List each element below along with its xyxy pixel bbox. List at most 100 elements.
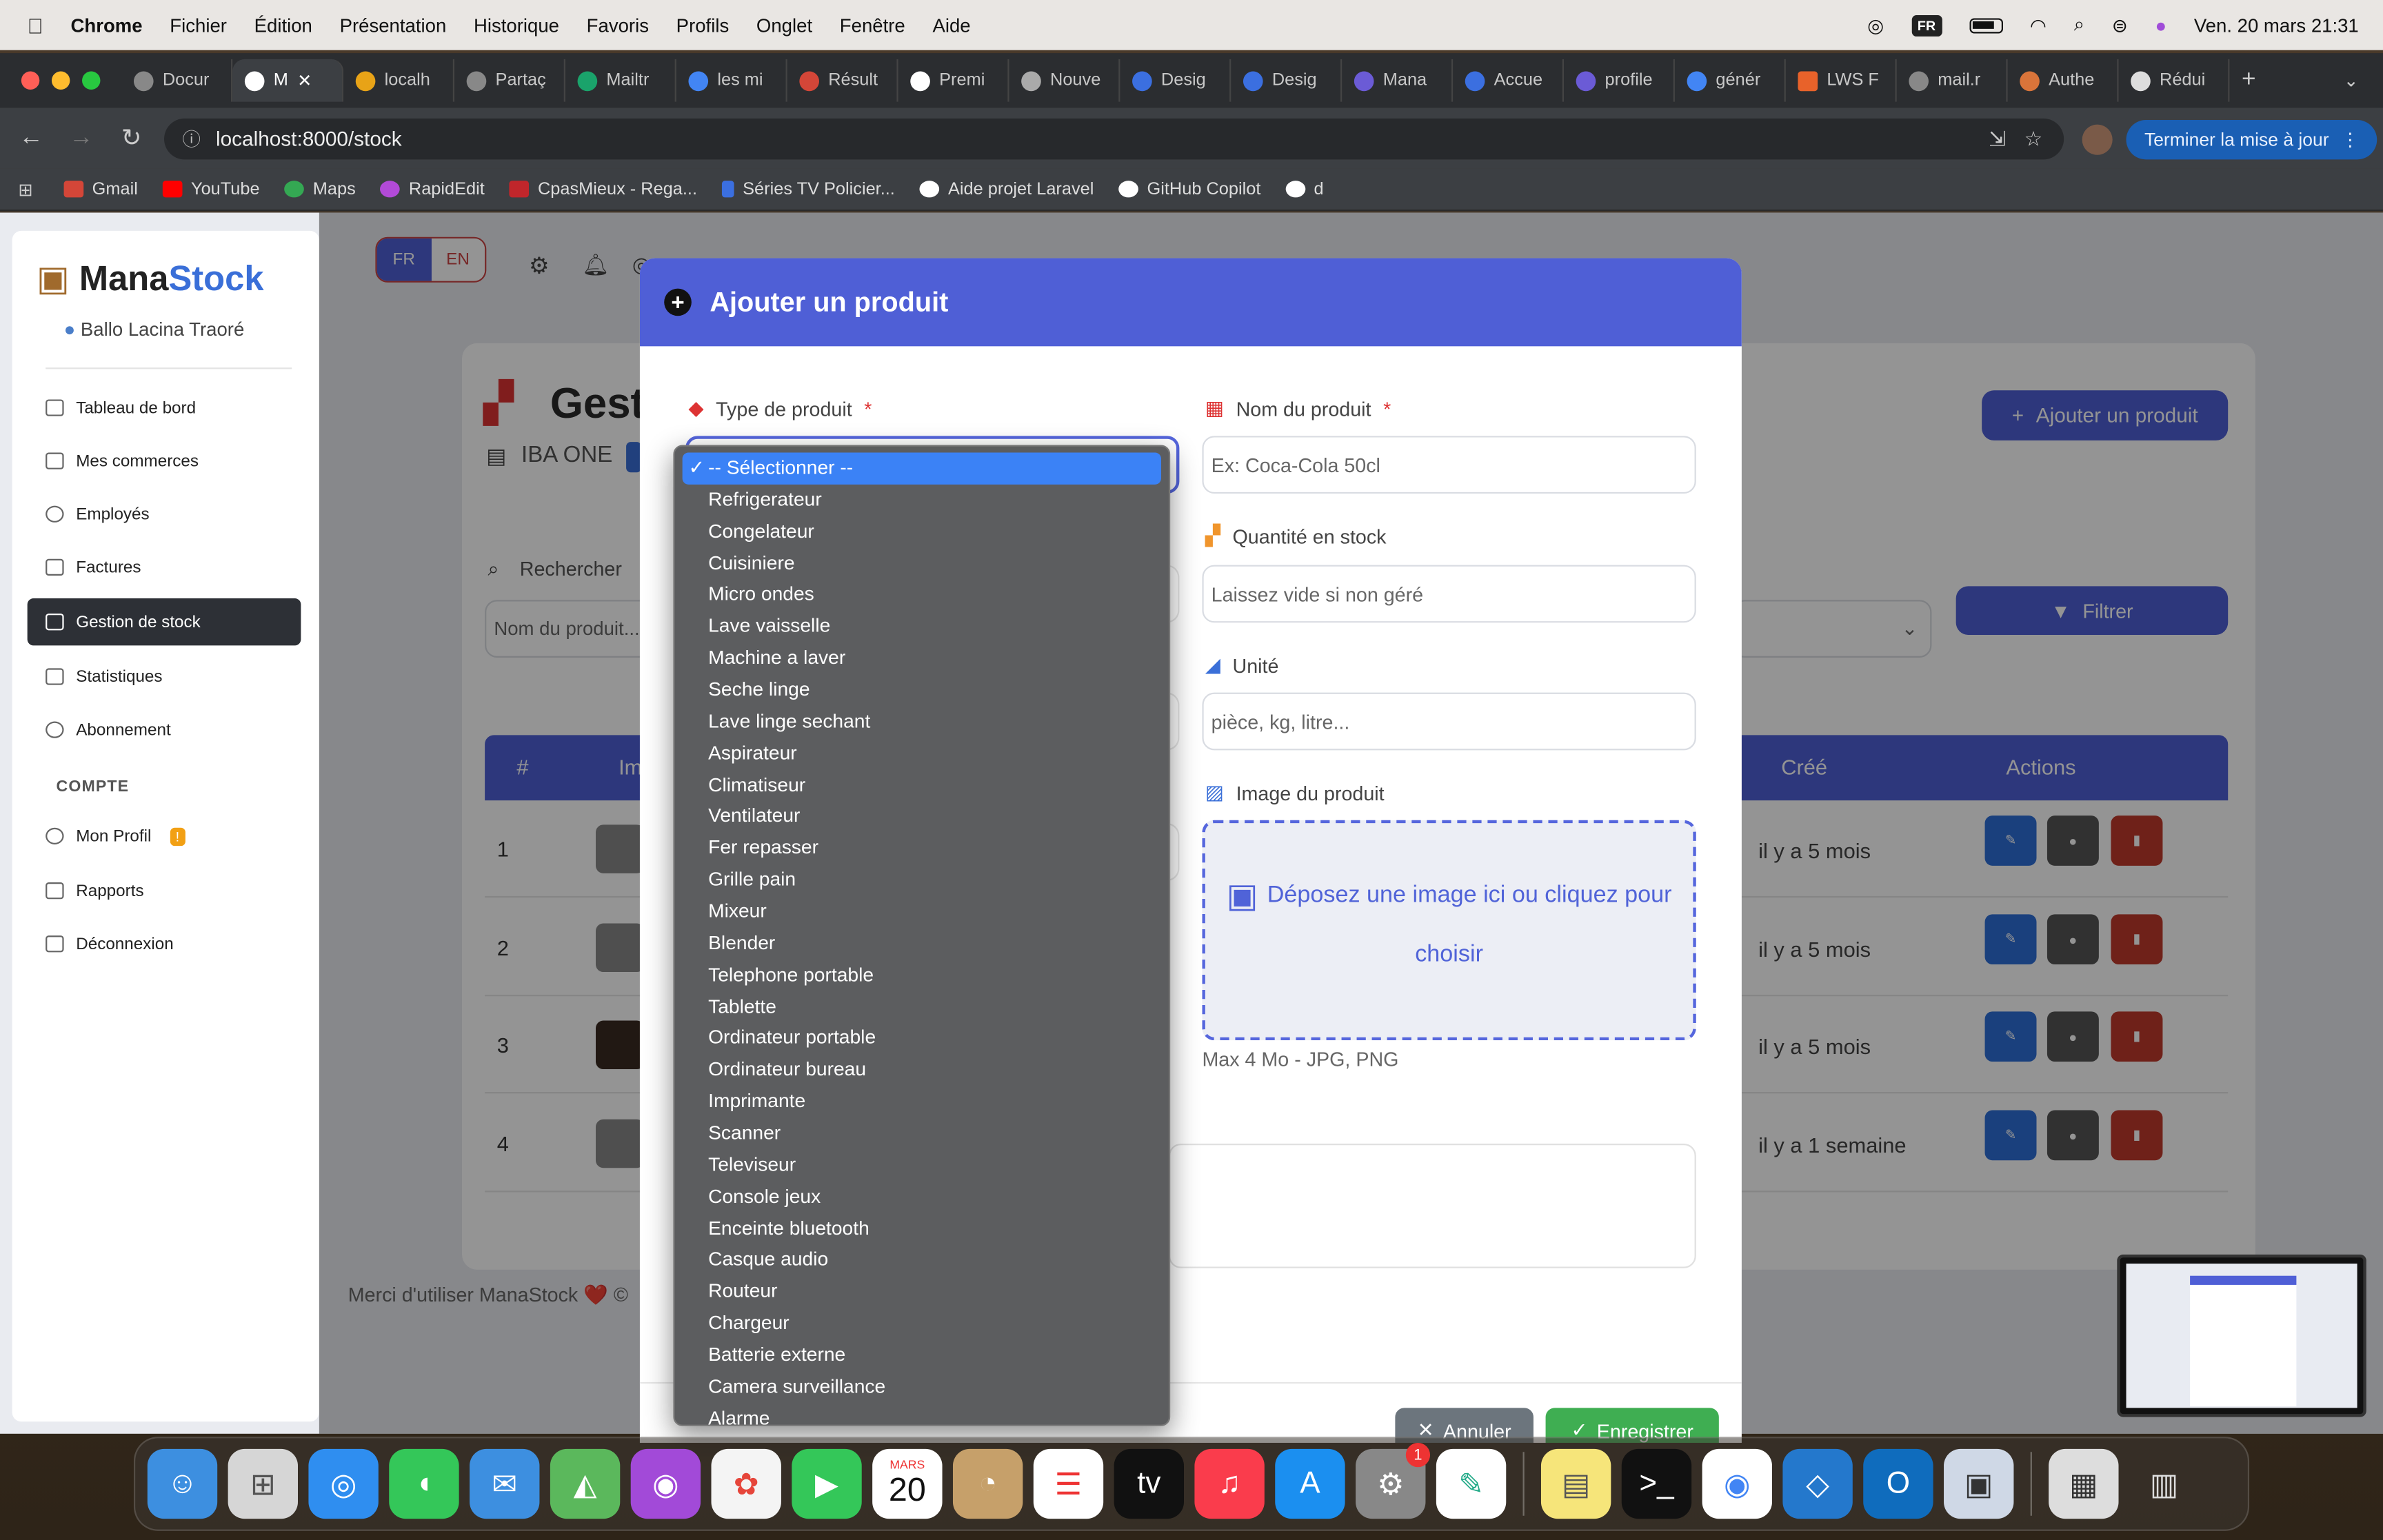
- menu-app-name[interactable]: Chrome: [70, 14, 142, 36]
- trash-icon[interactable]: ▥: [2129, 1449, 2199, 1519]
- bookmark-gmail[interactable]: Gmail: [63, 180, 138, 199]
- freeform-icon[interactable]: ✎: [1436, 1448, 1507, 1519]
- dropdown-option[interactable]: Cuisiniere: [675, 547, 1169, 579]
- dropdown-option[interactable]: Micro ondes: [675, 579, 1169, 611]
- app-store-icon[interactable]: A: [1275, 1448, 1345, 1519]
- reminders-icon[interactable]: ☰: [1033, 1448, 1104, 1519]
- dropdown-option[interactable]: Seche linge: [675, 674, 1169, 706]
- dropdown-option[interactable]: Ventilateur: [675, 801, 1169, 833]
- close-tab-icon[interactable]: ✕: [297, 70, 312, 91]
- keyboard-layout[interactable]: FR: [1911, 14, 1942, 36]
- dropdown-option-selected[interactable]: ✓ -- Sélectionner --: [682, 452, 1161, 485]
- terminal-icon[interactable]: >_: [1621, 1448, 1692, 1519]
- browser-tab[interactable]: les mi: [676, 59, 787, 102]
- launchpad-icon[interactable]: ⊞: [228, 1448, 299, 1519]
- messages-icon[interactable]: ◖: [389, 1448, 459, 1519]
- chrome-icon[interactable]: ◉: [1702, 1448, 1772, 1519]
- mail-icon[interactable]: ✉: [470, 1448, 540, 1519]
- browser-tab[interactable]: Rédui: [2119, 59, 2230, 102]
- screen-record-icon[interactable]: ◎: [1867, 14, 1884, 37]
- dropdown-option[interactable]: Ordinateur portable: [675, 1023, 1169, 1055]
- bookmark-cpasmieux[interactable]: CpasMieux - Rega...: [509, 180, 697, 199]
- dropdown-option[interactable]: Climatiseur: [675, 769, 1169, 801]
- more-menu-icon[interactable]: ⋮: [2341, 129, 2359, 150]
- apps-grid-icon[interactable]: ⊞: [18, 179, 32, 199]
- browser-tab[interactable]: Partaç: [454, 59, 565, 102]
- dropdown-option[interactable]: Imprimante: [675, 1086, 1169, 1118]
- menu-item[interactable]: Édition: [254, 14, 312, 36]
- bookmark-rapidedit[interactable]: RapidEdit: [380, 180, 485, 199]
- dropdown-option[interactable]: Congelateur: [675, 516, 1169, 547]
- browser-tab-active[interactable]: M ✕: [232, 59, 344, 102]
- browser-tab[interactable]: profile: [1564, 59, 1675, 102]
- outlook-icon[interactable]: O: [1863, 1448, 1933, 1519]
- menu-item[interactable]: Présentation: [340, 14, 447, 36]
- dropdown-option[interactable]: Televiseur: [675, 1150, 1169, 1182]
- product-name-input[interactable]: Ex: Coca-Cola 50cl: [1202, 436, 1696, 494]
- system-settings-icon[interactable]: ⚙ 1: [1356, 1443, 1431, 1519]
- browser-tab[interactable]: mail.r: [1897, 59, 2008, 102]
- dropdown-option[interactable]: Casque audio: [675, 1244, 1169, 1276]
- minimize-window-button[interactable]: [51, 71, 70, 90]
- site-info-icon[interactable]: ⓘ: [182, 126, 200, 152]
- browser-tab[interactable]: Desig: [1120, 59, 1231, 102]
- browser-tab[interactable]: Accue: [1453, 59, 1565, 102]
- podcasts-icon[interactable]: ◉: [630, 1448, 701, 1519]
- unit-input[interactable]: pièce, kg, litre...: [1202, 692, 1696, 751]
- music-icon[interactable]: ♫: [1194, 1448, 1265, 1519]
- dropdown-option[interactable]: Routeur: [675, 1276, 1169, 1308]
- dropdown-option[interactable]: Grille pain: [675, 864, 1169, 896]
- forward-icon[interactable]: →: [57, 125, 107, 152]
- description-textarea[interactable]: [1168, 1144, 1696, 1268]
- downloads-stack-icon[interactable]: ▦: [2049, 1448, 2119, 1519]
- dropdown-option[interactable]: Tablette: [675, 991, 1169, 1023]
- browser-tab[interactable]: LWS F: [1786, 59, 1897, 102]
- dropdown-option[interactable]: Lave vaisselle: [675, 611, 1169, 642]
- image-dropzone[interactable]: ▣ Déposez une image ici ou cliquez pour c…: [1202, 820, 1696, 1041]
- notes-icon[interactable]: ▤: [1540, 1448, 1611, 1519]
- maps-icon[interactable]: ◭: [550, 1448, 621, 1519]
- dropdown-option[interactable]: Alarme: [675, 1403, 1169, 1425]
- menu-item[interactable]: Fenêtre: [840, 14, 905, 36]
- battery-icon[interactable]: [1969, 17, 2003, 33]
- bookmark-star-icon[interactable]: ☆: [2024, 127, 2043, 151]
- vscode-icon[interactable]: ◇: [1782, 1448, 1853, 1519]
- tv-icon[interactable]: tv: [1114, 1448, 1184, 1519]
- clock[interactable]: Ven. 20 mars 21:31: [2194, 14, 2359, 36]
- browser-tab[interactable]: Authe: [2008, 59, 2119, 102]
- reload-icon[interactable]: ↻: [106, 123, 157, 153]
- facetime-icon[interactable]: ▶: [792, 1448, 862, 1519]
- photos-icon[interactable]: ✿: [711, 1448, 781, 1519]
- dropdown-option[interactable]: Console jeux: [675, 1182, 1169, 1213]
- dropdown-option[interactable]: Aspirateur: [675, 738, 1169, 769]
- browser-tab[interactable]: Desig: [1231, 59, 1343, 102]
- apple-icon[interactable]: : [28, 13, 43, 37]
- browser-tab[interactable]: localh: [343, 59, 455, 102]
- siri-icon[interactable]: ●: [2155, 14, 2166, 36]
- bookmark-series[interactable]: Séries TV Policier...: [721, 180, 895, 199]
- back-icon[interactable]: ←: [6, 125, 57, 152]
- safari-icon[interactable]: ◎: [308, 1448, 379, 1519]
- zoom-window-button[interactable]: [82, 71, 101, 90]
- browser-tab[interactable]: Docur: [121, 59, 233, 102]
- dropdown-option[interactable]: Lave linge sechant: [675, 706, 1169, 738]
- address-bar[interactable]: ⓘ localhost:8000/stock ⇲ ☆: [164, 118, 2064, 160]
- menu-item[interactable]: Historique: [474, 14, 559, 36]
- preview-icon[interactable]: ▣: [1944, 1448, 2014, 1519]
- dropdown-option[interactable]: Chargeur: [675, 1308, 1169, 1339]
- dropdown-option[interactable]: Batterie externe: [675, 1339, 1169, 1371]
- browser-tab[interactable]: Mailtr: [565, 59, 676, 102]
- profile-avatar[interactable]: [2082, 124, 2113, 155]
- dropdown-option[interactable]: Enceinte bluetooth: [675, 1213, 1169, 1245]
- menu-item[interactable]: Fichier: [170, 14, 227, 36]
- menu-item[interactable]: Onglet: [756, 14, 812, 36]
- quantity-input[interactable]: Laissez vide si non géré: [1202, 565, 1696, 623]
- browser-tab[interactable]: Premi: [898, 59, 1009, 102]
- dropdown-option[interactable]: Fer repasser: [675, 833, 1169, 864]
- screenshot-thumbnail[interactable]: [2117, 1254, 2366, 1417]
- dropdown-option[interactable]: Mixeur: [675, 896, 1169, 928]
- browser-tab[interactable]: Mana: [1342, 59, 1454, 102]
- close-window-button[interactable]: [21, 71, 40, 90]
- dropdown-option[interactable]: Camera surveillance: [675, 1371, 1169, 1403]
- bookmark-copilot[interactable]: GitHub Copilot: [1118, 180, 1260, 199]
